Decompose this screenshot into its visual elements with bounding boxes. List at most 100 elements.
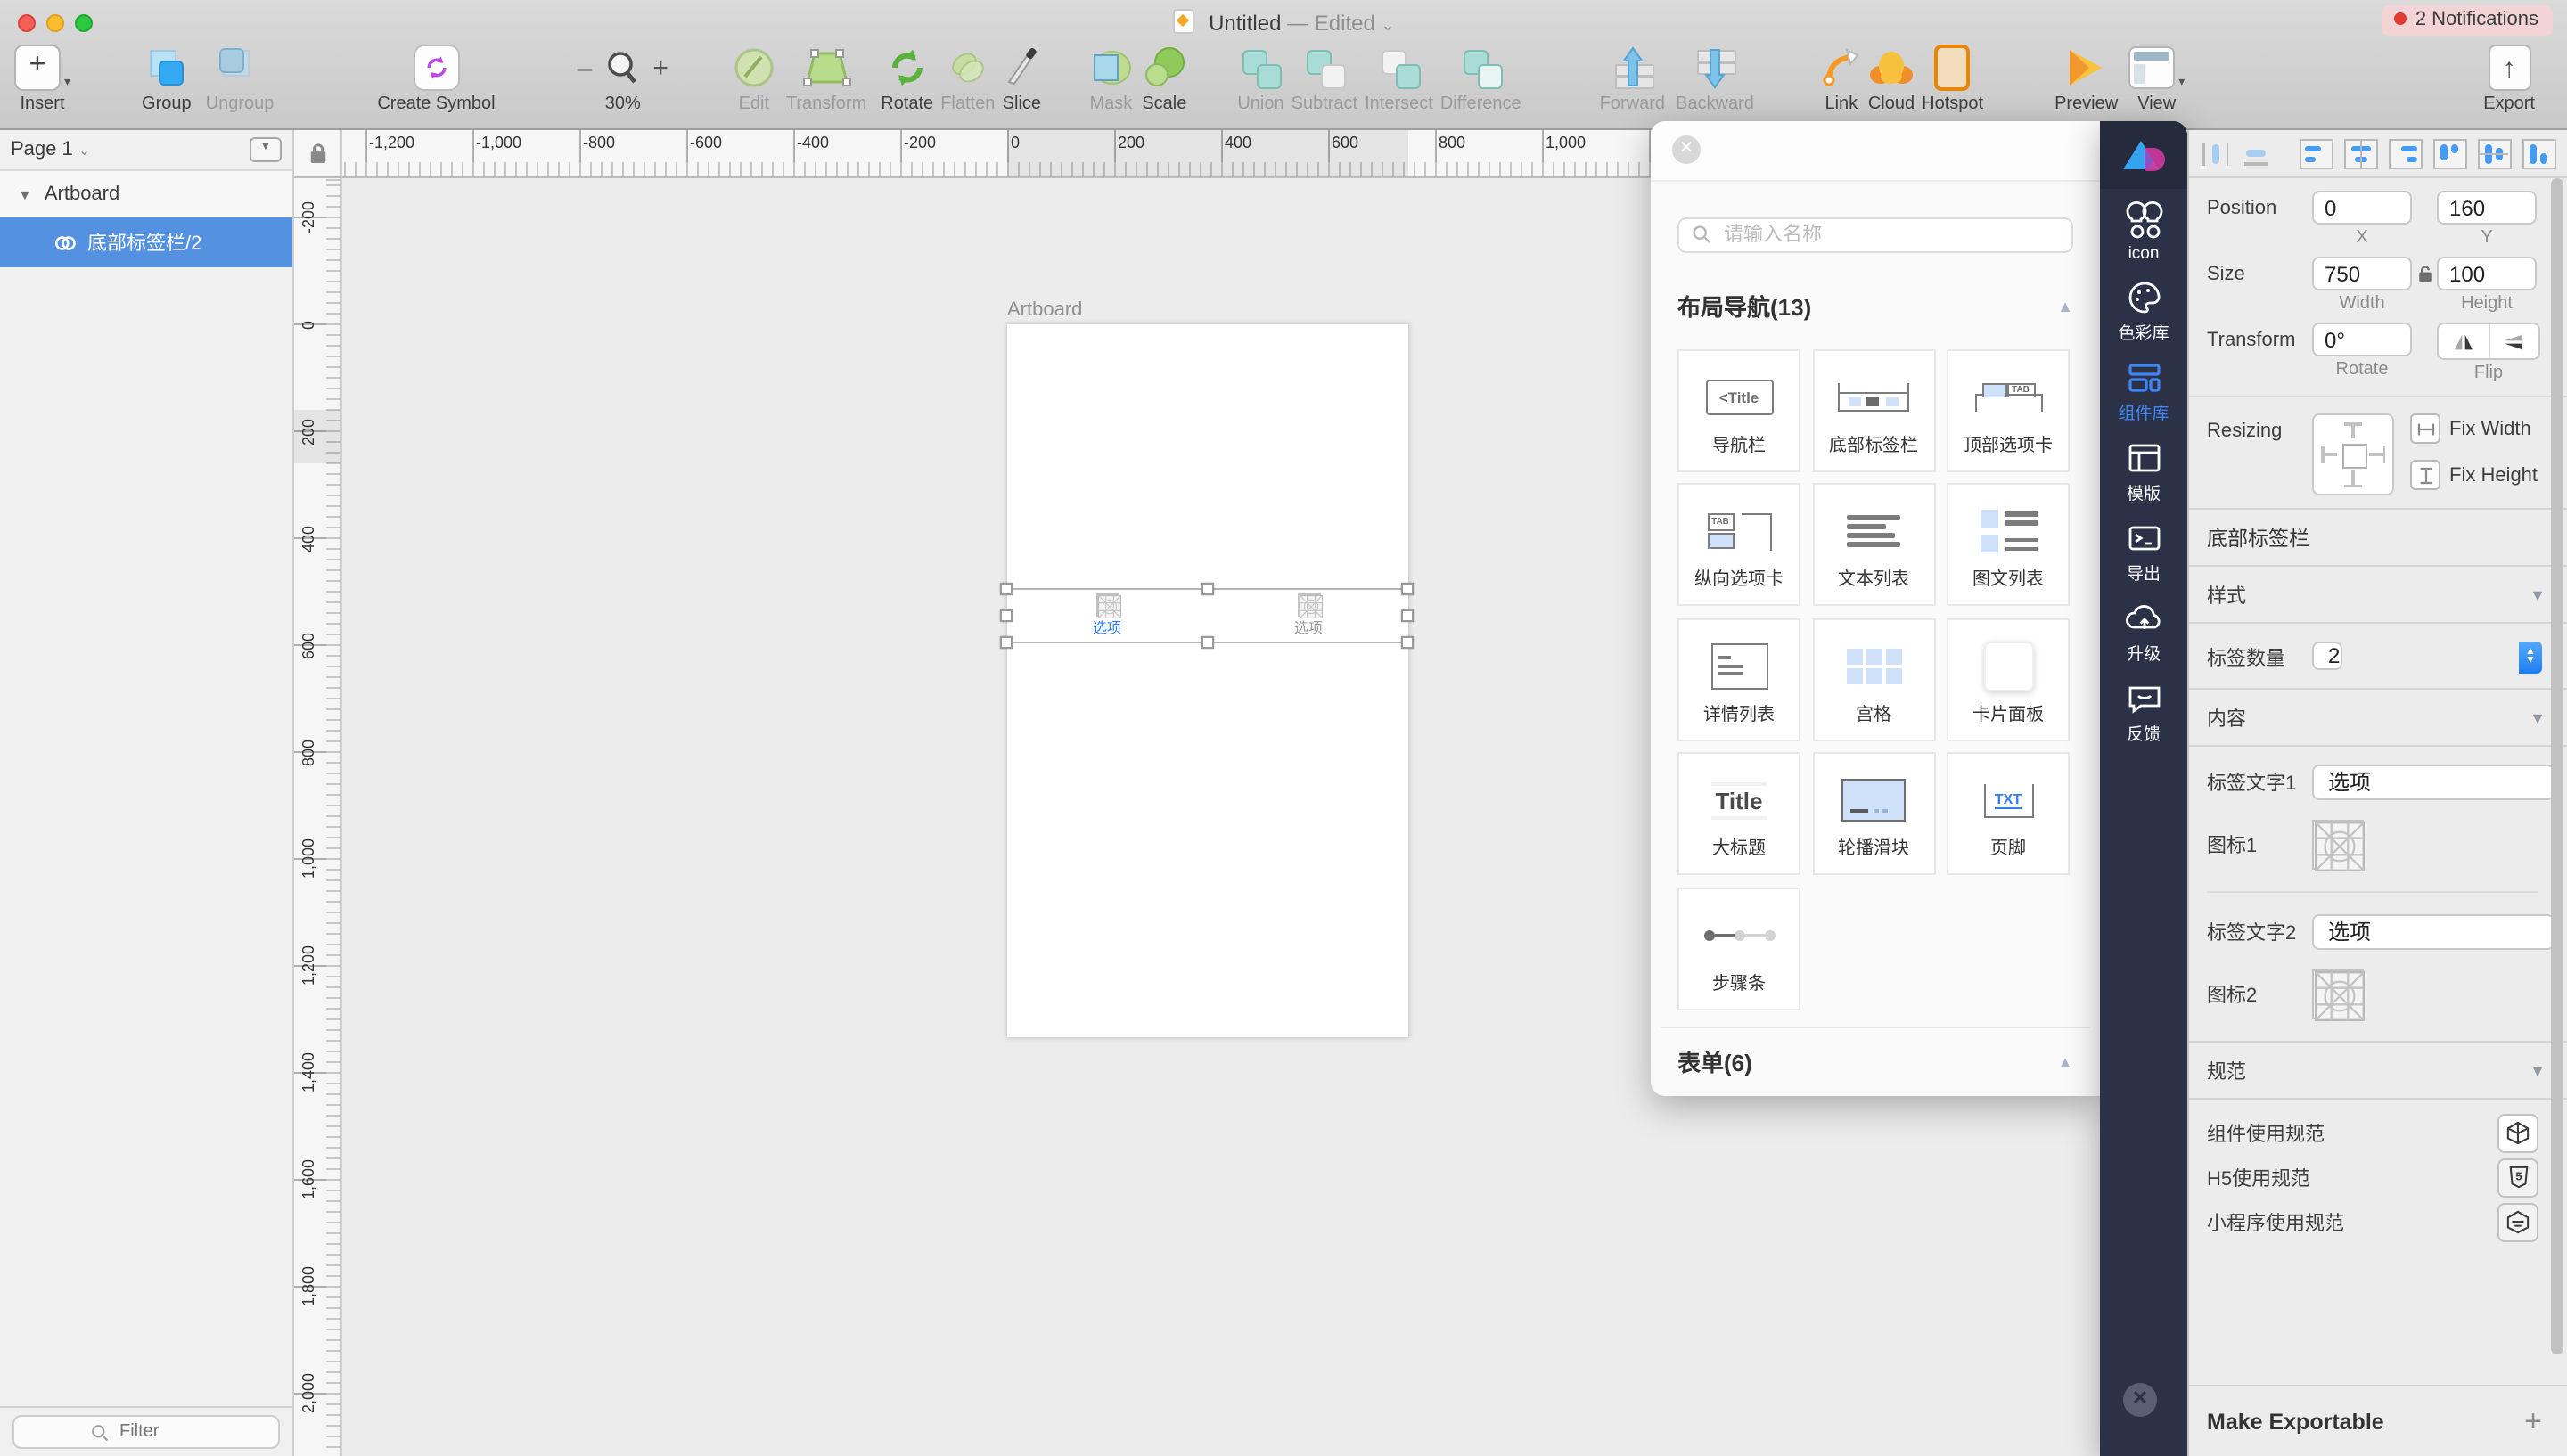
- view-button[interactable]: ▾ View: [2128, 39, 2185, 114]
- sidebar-item-upgrade[interactable]: 升级: [2100, 600, 2187, 664]
- component-card-bottom-tabbar[interactable]: 底部标签栏: [1812, 348, 1935, 471]
- align-top-icon[interactable]: [2433, 138, 2467, 168]
- component-card-top-tabs[interactable]: TAB 顶部选项卡: [1947, 348, 2070, 471]
- layer-row-symbol-selected[interactable]: 底部标签栏/2: [0, 217, 292, 267]
- disclosure-triangle-icon[interactable]: ▼: [18, 186, 32, 202]
- cloud-button[interactable]: Cloud: [1868, 39, 1915, 114]
- export-button[interactable]: ↑ Export: [2483, 39, 2535, 114]
- flip-horizontal-button[interactable]: [2439, 324, 2488, 358]
- content-section-header[interactable]: 内容▼: [2189, 690, 2567, 745]
- slice-button[interactable]: Slice: [1002, 39, 1041, 114]
- distribute-horizontal-icon[interactable]: [2200, 140, 2230, 167]
- height-input[interactable]: 100: [2437, 257, 2537, 290]
- lock-icon[interactable]: [308, 143, 327, 164]
- width-input[interactable]: 750: [2312, 257, 2412, 290]
- h5-spec-icon[interactable]: 5: [2497, 1157, 2538, 1197]
- icon-1-thumbnail[interactable]: [2312, 820, 2364, 870]
- plugin-close-icon[interactable]: ✕: [2123, 1383, 2157, 1417]
- component-card-navbar[interactable]: <Title 导航栏: [1677, 348, 1800, 471]
- selection-handle[interactable]: [1000, 635, 1013, 648]
- notifications-badge[interactable]: 2 Notifications: [2382, 5, 2553, 36]
- flip-vertical-button[interactable]: [2488, 324, 2538, 358]
- intersect-button[interactable]: Intersect: [1365, 39, 1433, 114]
- filter-input[interactable]: [116, 1420, 201, 1444]
- title-chevron-icon[interactable]: ⌄: [1382, 16, 1395, 34]
- miniprogram-spec-icon[interactable]: [2497, 1202, 2538, 1241]
- tab-count-select[interactable]: 2 ▲▼: [2312, 640, 2544, 675]
- component-card-text-list[interactable]: 文本列表: [1812, 483, 1935, 606]
- zoom-control[interactable]: – + 30%: [578, 39, 668, 114]
- page-name[interactable]: Page 1: [11, 139, 73, 160]
- sidebar-item-component-lib[interactable]: 组件库: [2100, 359, 2187, 423]
- align-right-icon[interactable]: [2389, 138, 2423, 168]
- link-button[interactable]: Link: [1822, 39, 1861, 114]
- align-bottom-icon[interactable]: [2522, 138, 2556, 168]
- component-search-input[interactable]: [1720, 222, 2059, 247]
- selection-handle[interactable]: [1401, 582, 1414, 594]
- rotate-input[interactable]: 0°: [2312, 323, 2412, 356]
- filter-input-box[interactable]: [12, 1415, 280, 1449]
- sidebar-item-export[interactable]: 导出: [2100, 519, 2187, 584]
- difference-button[interactable]: Difference: [1440, 39, 1521, 114]
- fix-height-checkbox[interactable]: [2410, 460, 2440, 490]
- zoom-out-icon[interactable]: –: [578, 53, 593, 83]
- component-card-detail-list[interactable]: 详情列表: [1677, 618, 1800, 740]
- edit-button[interactable]: Transform Edit: [733, 39, 775, 114]
- selection-handle[interactable]: [1201, 582, 1214, 594]
- section-header-layout-nav[interactable]: 布局导航(13)▲: [1677, 291, 2073, 320]
- selection-handle[interactable]: [1201, 635, 1214, 648]
- backward-button[interactable]: Backward: [1676, 39, 1754, 114]
- add-export-icon[interactable]: +: [2524, 1403, 2542, 1439]
- tab-label-2-input[interactable]: [2312, 914, 2555, 950]
- sidebar-item-templates[interactable]: 模版: [2100, 439, 2187, 503]
- spec-section-header[interactable]: 规范▼: [2189, 1043, 2567, 1098]
- preview-button[interactable]: Preview: [2054, 39, 2118, 114]
- align-middle-vertical-icon[interactable]: [2478, 138, 2512, 168]
- component-card-vertical-tabs[interactable]: TAB 纵向选项卡: [1677, 483, 1800, 606]
- sidebar-item-color-lib[interactable]: 色彩库: [2100, 279, 2187, 343]
- spec-link-component[interactable]: 组件使用规范: [2189, 1110, 2567, 1155]
- page-header[interactable]: Page 1 ⌄ ▼: [0, 130, 292, 171]
- flatten-button[interactable]: Flatten: [940, 39, 995, 114]
- selection-handle[interactable]: [1401, 635, 1414, 648]
- union-button[interactable]: Union: [1237, 39, 1284, 114]
- component-card-carousel[interactable]: 轮播滑块: [1812, 752, 1935, 875]
- fix-width-checkbox[interactable]: [2410, 413, 2440, 444]
- component-card-big-title[interactable]: Title 大标题: [1677, 752, 1800, 875]
- component-card-grid[interactable]: 宫格: [1812, 618, 1935, 740]
- artboard-title[interactable]: Artboard: [1007, 299, 1082, 321]
- make-exportable-row[interactable]: Make Exportable +: [2189, 1385, 2567, 1456]
- selection-handle[interactable]: [1000, 582, 1013, 594]
- tabbar-item-2[interactable]: 选项: [1209, 593, 1408, 637]
- artboard[interactable]: 选项 选项: [1007, 323, 1408, 1036]
- rotate-button[interactable]: Rotate: [881, 39, 933, 114]
- stepper-icon[interactable]: ▲▼: [2519, 642, 2542, 674]
- tab-label-1-input[interactable]: [2312, 765, 2555, 800]
- collapse-icon[interactable]: ▲: [2057, 297, 2073, 315]
- collapse-icon[interactable]: ▲: [2057, 1052, 2073, 1070]
- component-card-card-panel[interactable]: 卡片面板: [1947, 618, 2070, 740]
- sidebar-item-icon-lib[interactable]: icon: [2100, 204, 2187, 263]
- component-card-footer[interactable]: TXT 页脚: [1947, 752, 2070, 875]
- mask-button[interactable]: Mask: [1087, 39, 1134, 114]
- component-card-steps[interactable]: 步骤条: [1677, 887, 1800, 1010]
- subtract-button[interactable]: Subtract: [1292, 39, 1358, 114]
- inspector-scrollbar[interactable]: [2551, 178, 2563, 1354]
- icon-2-thumbnail[interactable]: [2312, 969, 2364, 1019]
- group-button[interactable]: Group: [142, 39, 192, 114]
- insert-button[interactable]: +▾ Insert: [14, 39, 70, 114]
- selection-handle[interactable]: [1000, 609, 1013, 621]
- position-x-input[interactable]: 0: [2312, 191, 2412, 225]
- align-center-horizontal-icon[interactable]: [2344, 138, 2378, 168]
- position-y-input[interactable]: 160: [2437, 191, 2537, 225]
- spec-link-h5[interactable]: H5使用规范 5: [2189, 1155, 2567, 1199]
- panel-close-icon[interactable]: ✕: [1672, 135, 1701, 164]
- layer-row-artboard[interactable]: ▼ Artboard: [0, 171, 292, 217]
- zoom-in-icon[interactable]: +: [652, 53, 668, 83]
- component-card-imagetext-list[interactable]: 图文列表: [1947, 483, 2070, 606]
- forward-button[interactable]: Forward: [1600, 39, 1665, 114]
- scale-button[interactable]: Scale: [1141, 39, 1187, 114]
- resizing-widget[interactable]: [2312, 413, 2394, 495]
- component-spec-icon[interactable]: [2497, 1113, 2538, 1152]
- page-list-toggle-icon[interactable]: ▼: [250, 137, 282, 162]
